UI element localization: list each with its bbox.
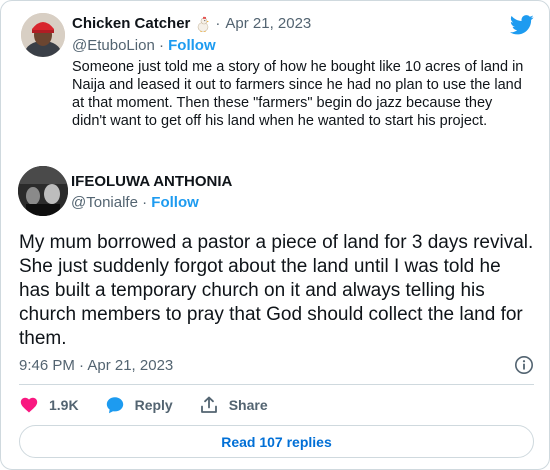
divider [19, 384, 534, 385]
author-handle-row: @Tonialfe · Follow [71, 194, 199, 211]
info-icon[interactable] [514, 355, 534, 375]
separator-dot: · [215, 15, 221, 32]
quoted-tweet-text: Someone just told me a story of how he b… [72, 59, 524, 129]
follow-author-link[interactable]: Follow [151, 194, 199, 211]
quoted-author-handle[interactable]: @EtuboLion [72, 37, 155, 54]
share-label: Share [228, 397, 268, 413]
author-avatar[interactable] [18, 166, 68, 216]
reply-button[interactable]: Reply [105, 395, 173, 415]
share-upload-icon [200, 396, 217, 413]
author-handle[interactable]: @Tonialfe [71, 194, 138, 211]
tweet-actions: 1.9K Reply Share [19, 395, 294, 415]
quoted-author-avatar[interactable] [21, 13, 65, 57]
quoted-author-name[interactable]: Chicken Catcher [72, 15, 190, 32]
quoted-tweet-date[interactable]: Apr 21, 2023 [225, 15, 311, 32]
separator-dot: · [158, 37, 164, 54]
reply-label: Reply [134, 397, 173, 413]
read-replies-button[interactable]: Read 107 replies [19, 425, 534, 458]
quoted-handle-row: @EtuboLion · Follow [72, 37, 216, 54]
follow-quoted-author-link[interactable]: Follow [168, 37, 216, 54]
like-count: 1.9K [49, 397, 79, 413]
separator-dot: · [142, 194, 148, 211]
twitter-bird-icon[interactable] [509, 15, 534, 35]
tweet-timestamp[interactable]: 9:46 PM · Apr 21, 2023 [19, 357, 173, 374]
quoted-author-row: Chicken Catcher · Apr 21, 2023 [72, 15, 311, 32]
tweet-embed-card: Chicken Catcher · Apr 21, 2023 @EtuboLio… [0, 0, 550, 470]
speech-bubble-icon [106, 397, 123, 414]
author-name[interactable]: IFEOLUWA ANTHONIA [71, 173, 232, 190]
heart-icon [20, 397, 38, 413]
tweet-text: My mum borrowed a pastor a piece of land… [19, 232, 534, 349]
share-button[interactable]: Share [199, 395, 268, 415]
chicken-emoji-icon [196, 16, 210, 32]
like-button[interactable]: 1.9K [19, 395, 79, 415]
